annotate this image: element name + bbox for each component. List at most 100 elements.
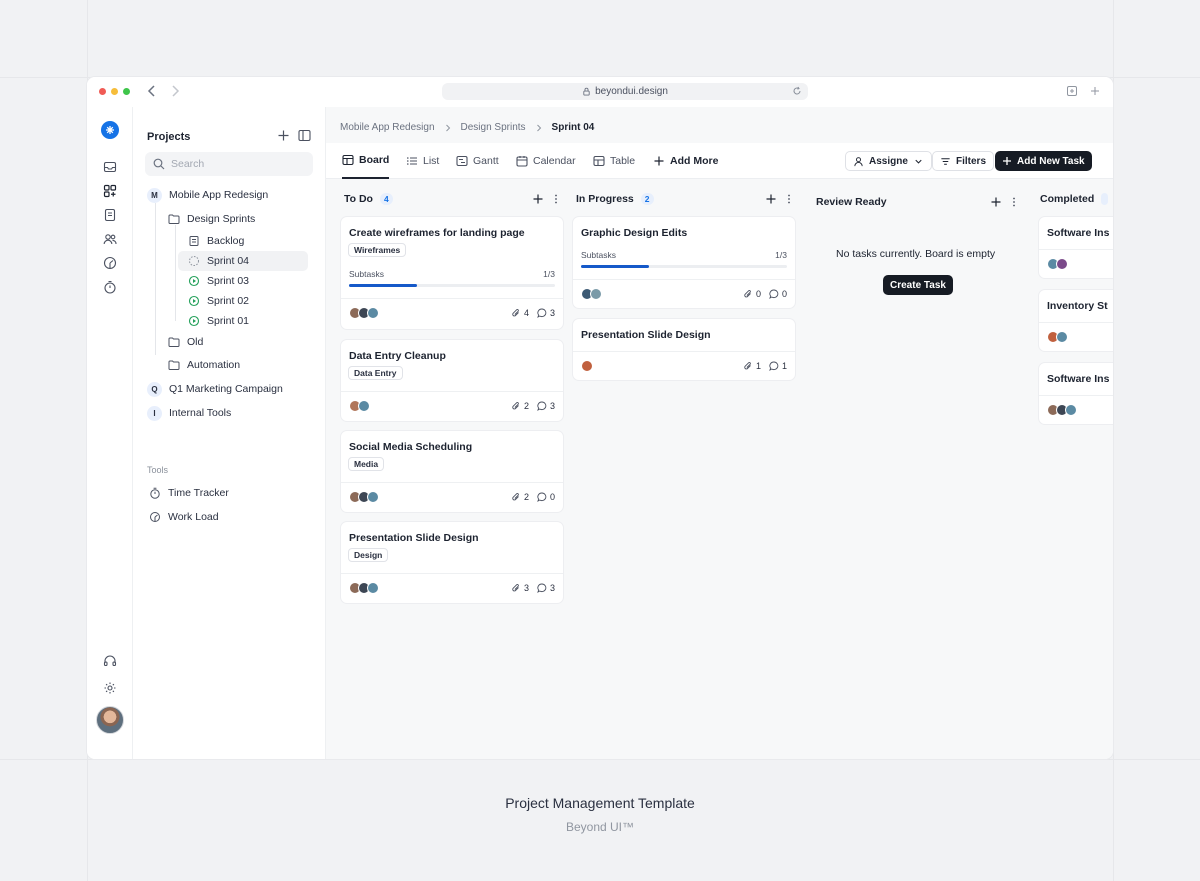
filters-button[interactable]: Filters bbox=[932, 151, 995, 171]
tab-calendar[interactable]: Calendar bbox=[516, 143, 576, 179]
search-input[interactable] bbox=[171, 158, 301, 170]
task-card[interactable]: Create wireframes for landing page Wiref… bbox=[340, 216, 564, 330]
more-options-icon[interactable] bbox=[783, 193, 795, 205]
sidebar-item-work-load[interactable]: Work Load bbox=[149, 507, 219, 527]
dashboard-icon[interactable] bbox=[102, 183, 118, 199]
column-count-badge: 4 bbox=[379, 193, 393, 205]
task-title: Presentation Slide Design bbox=[349, 532, 479, 544]
task-card[interactable]: Social Media Scheduling Media 2 0 bbox=[340, 430, 564, 513]
settings-gear-icon[interactable] bbox=[102, 680, 118, 696]
breadcrumb-item[interactable]: Mobile App Redesign bbox=[340, 122, 435, 133]
comments-count[interactable]: 3 bbox=[537, 583, 555, 593]
app-logo-icon[interactable] bbox=[101, 121, 119, 139]
task-card[interactable]: Inventory St bbox=[1038, 289, 1113, 352]
avatar bbox=[367, 307, 379, 319]
assignee-avatars[interactable] bbox=[1047, 331, 1068, 343]
attachments-count[interactable]: 2 bbox=[511, 492, 529, 502]
users-icon[interactable] bbox=[102, 231, 118, 247]
more-options-icon[interactable] bbox=[1008, 196, 1020, 208]
assignee-avatars[interactable] bbox=[581, 288, 602, 300]
close-window-button[interactable] bbox=[99, 88, 106, 95]
comments-count[interactable]: 0 bbox=[537, 492, 555, 502]
collapse-sidebar-icon[interactable] bbox=[298, 129, 311, 142]
comments-count[interactable]: 3 bbox=[537, 401, 555, 411]
attachments-count[interactable]: 3 bbox=[511, 583, 529, 593]
address-bar[interactable]: beyondui.design bbox=[442, 83, 808, 100]
assignee-avatars[interactable] bbox=[1047, 404, 1077, 416]
sidebar-search[interactable] bbox=[145, 152, 313, 176]
tools-section-label: Tools bbox=[147, 465, 169, 475]
analytics-icon[interactable] bbox=[102, 255, 118, 271]
assignee-dropdown[interactable]: Assigne bbox=[845, 151, 932, 171]
assignee-avatars[interactable] bbox=[581, 360, 593, 372]
add-project-plus-icon[interactable] bbox=[277, 129, 290, 142]
create-task-button[interactable]: Create Task bbox=[883, 275, 953, 295]
tab-gantt[interactable]: Gantt bbox=[456, 143, 499, 179]
reload-icon[interactable] bbox=[792, 86, 802, 96]
assignee-avatars[interactable] bbox=[1047, 258, 1068, 270]
sidebar-item-backlog[interactable]: Backlog bbox=[188, 231, 244, 251]
main-board-area: Mobile App Redesign Design Sprints Sprin… bbox=[326, 107, 1113, 759]
attachments-count[interactable]: 2 bbox=[511, 401, 529, 411]
comments-count[interactable]: 0 bbox=[769, 289, 787, 299]
card-meta: 1 1 bbox=[743, 361, 787, 371]
comments-count[interactable]: 3 bbox=[537, 308, 555, 318]
sidebar-item-automation[interactable]: Automation bbox=[168, 355, 240, 375]
task-card[interactable]: Presentation Slide Design 1 1 bbox=[572, 318, 796, 381]
sidebar-item-sprint-04[interactable]: Sprint 04 bbox=[178, 251, 308, 271]
url-text: beyondui.design bbox=[595, 86, 668, 97]
timer-icon[interactable] bbox=[102, 279, 118, 295]
attachments-count[interactable]: 4 bbox=[511, 308, 529, 318]
task-card[interactable]: Presentation Slide Design Design 3 3 bbox=[340, 521, 564, 604]
plus-icon bbox=[654, 156, 664, 166]
new-tab-icon[interactable] bbox=[1089, 85, 1101, 97]
back-arrow-icon[interactable] bbox=[144, 83, 160, 99]
card-divider bbox=[341, 298, 563, 299]
inbox-icon[interactable] bbox=[102, 159, 118, 175]
column-header: In Progress 2 bbox=[576, 193, 654, 205]
task-card[interactable]: Software Ins bbox=[1038, 362, 1113, 425]
sidebar-item-sprint-03[interactable]: Sprint 03 bbox=[188, 271, 249, 291]
assignee-avatars[interactable] bbox=[349, 582, 379, 594]
assignee-avatars[interactable] bbox=[349, 400, 370, 412]
user-avatar[interactable] bbox=[96, 706, 124, 734]
more-options-icon[interactable] bbox=[550, 193, 562, 205]
tab-table[interactable]: Table bbox=[593, 143, 635, 179]
card-meta: 3 3 bbox=[511, 583, 555, 593]
share-icon[interactable] bbox=[1066, 85, 1078, 97]
document-icon[interactable] bbox=[102, 207, 118, 223]
sidebar-item-old[interactable]: Old bbox=[168, 332, 203, 352]
headset-icon[interactable] bbox=[102, 653, 118, 669]
add-new-task-button[interactable]: Add New Task bbox=[995, 151, 1092, 171]
table-icon bbox=[593, 155, 605, 167]
sidebar-item-internal-tools[interactable]: I Internal Tools bbox=[147, 403, 231, 423]
task-card[interactable]: Data Entry Cleanup Data Entry 2 3 bbox=[340, 339, 564, 422]
sidebar-item-time-tracker[interactable]: Time Tracker bbox=[149, 483, 229, 503]
task-card[interactable]: Graphic Design Edits Subtasks 1/3 0 0 bbox=[572, 216, 796, 309]
sidebar-item-sprint-02[interactable]: Sprint 02 bbox=[188, 291, 249, 311]
card-meta: 2 3 bbox=[511, 401, 555, 411]
sidebar-item-q1-marketing-campaign[interactable]: Q Q1 Marketing Campaign bbox=[147, 379, 283, 399]
task-card[interactable]: Software Ins bbox=[1038, 216, 1113, 279]
assignee-avatars[interactable] bbox=[349, 307, 379, 319]
attachments-count[interactable]: 0 bbox=[743, 289, 761, 299]
tab-list[interactable]: List bbox=[406, 143, 439, 179]
sidebar-item-sprint-01[interactable]: Sprint 01 bbox=[188, 311, 249, 331]
add-card-plus-icon[interactable] bbox=[990, 196, 1002, 208]
comments-count[interactable]: 1 bbox=[769, 361, 787, 371]
sidebar-item-mobile-app-redesign[interactable]: M Mobile App Redesign bbox=[147, 185, 268, 205]
forward-arrow-icon[interactable] bbox=[167, 83, 183, 99]
assignee-avatars[interactable] bbox=[349, 491, 379, 503]
minimize-window-button[interactable] bbox=[111, 88, 118, 95]
comment-icon bbox=[537, 401, 547, 411]
project-badge: I bbox=[147, 405, 162, 421]
attachments-count[interactable]: 1 bbox=[743, 361, 761, 371]
breadcrumb-item[interactable]: Design Sprints bbox=[461, 122, 526, 133]
tab-board[interactable]: Board bbox=[342, 143, 390, 179]
add-more-views-button[interactable]: Add More bbox=[653, 143, 718, 179]
add-card-plus-icon[interactable] bbox=[765, 193, 777, 205]
add-card-plus-icon[interactable] bbox=[532, 193, 544, 205]
sidebar-item-design-sprints[interactable]: Design Sprints bbox=[168, 209, 255, 229]
maximize-window-button[interactable] bbox=[123, 88, 130, 95]
task-title: Create wireframes for landing page bbox=[349, 227, 525, 239]
